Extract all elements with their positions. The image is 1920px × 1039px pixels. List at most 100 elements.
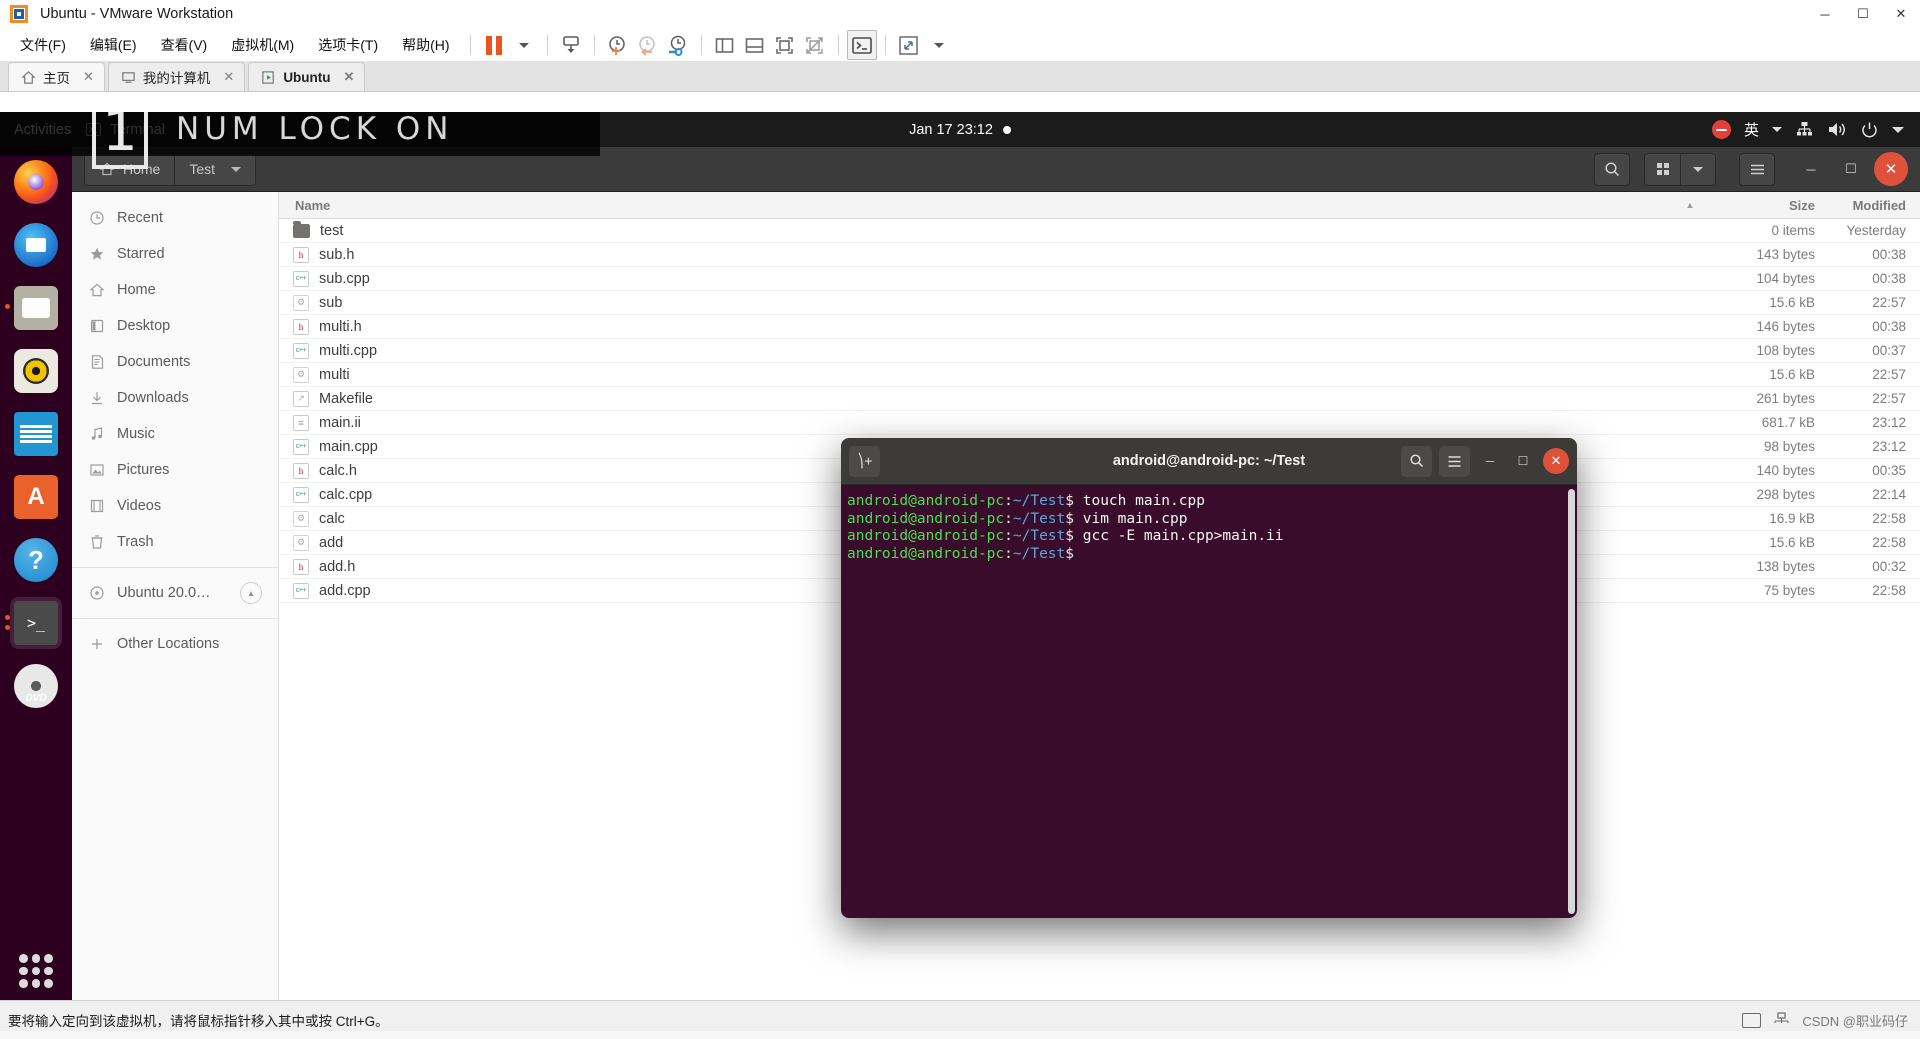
dock-help[interactable]: ?: [10, 534, 62, 586]
close-button[interactable]: ✕: [1882, 0, 1920, 29]
column-header-size[interactable]: Size: [1705, 198, 1815, 213]
dock-thunderbird[interactable]: [10, 219, 62, 271]
table-row[interactable]: test 0 items Yesterday: [279, 219, 1920, 243]
table-row[interactable]: h sub.h 143 bytes 00:38: [279, 243, 1920, 267]
table-row[interactable]: c++ multi.cpp 108 bytes 00:37: [279, 339, 1920, 363]
hide-console-view-button[interactable]: [800, 30, 830, 60]
unity-mode-button[interactable]: [846, 30, 877, 60]
volume-icon[interactable]: [1827, 120, 1847, 139]
terminal-maximize-button[interactable]: ☐: [1510, 448, 1536, 474]
column-header-name[interactable]: Name: [279, 198, 1675, 213]
sidebar-item-other-locations[interactable]: Other Locations: [72, 626, 278, 662]
tab-home[interactable]: 主页 ✕: [8, 62, 105, 91]
power-icon[interactable]: [1860, 120, 1879, 139]
table-row[interactable]: c++ sub.cpp 104 bytes 00:38: [279, 267, 1920, 291]
tab-my-computer[interactable]: 我的计算机 ✕: [107, 62, 246, 91]
menu-view[interactable]: 查看(V): [149, 31, 220, 59]
search-button[interactable]: [1594, 152, 1630, 186]
table-row[interactable]: ≡ main.ii 681.7 kB 23:12: [279, 411, 1920, 435]
send-ctrl-alt-del-button[interactable]: [556, 30, 586, 60]
view-options-dropdown[interactable]: [1680, 152, 1716, 186]
toolbar-divider-2: [546, 35, 548, 55]
do-not-disturb-icon[interactable]: [1711, 120, 1731, 139]
menu-help[interactable]: 帮助(H): [390, 31, 461, 59]
grid-view-button[interactable]: [1644, 152, 1680, 186]
tab-close-icon[interactable]: ✕: [344, 69, 355, 85]
dock-rhythmbox[interactable]: [10, 345, 62, 397]
show-library-button[interactable]: [710, 30, 740, 60]
breadcrumb-label: Test: [189, 161, 216, 177]
dock-firefox[interactable]: [10, 156, 62, 208]
tab-close-icon[interactable]: ✕: [83, 69, 94, 85]
maximize-button[interactable]: ☐: [1844, 0, 1882, 29]
snapshot-manager-button[interactable]: [663, 30, 693, 60]
menu-tabs[interactable]: 选项卡(T): [306, 31, 390, 59]
clock-icon: [88, 210, 105, 227]
sidebar-item-desktop[interactable]: Desktop: [72, 308, 278, 344]
sidebar-item-home[interactable]: Home: [72, 272, 278, 308]
sidebar-item-downloads[interactable]: Downloads: [72, 380, 278, 416]
network-activity-icon[interactable]: [1772, 1012, 1791, 1028]
fullscreen-dropdown[interactable]: [924, 30, 954, 60]
window-close-button[interactable]: ✕: [1874, 152, 1908, 186]
suspend-button[interactable]: [479, 30, 509, 60]
menu-edit[interactable]: 编辑(E): [78, 31, 149, 59]
terminal-menu-button[interactable]: [1439, 445, 1470, 477]
window-minimize-button[interactable]: ─: [1794, 152, 1828, 186]
sidebar-item-documents[interactable]: Documents: [72, 344, 278, 380]
tab-ubuntu[interactable]: Ubuntu ✕: [248, 62, 366, 91]
breadcrumb-home[interactable]: Home: [84, 152, 175, 186]
breadcrumb-test[interactable]: Test: [174, 152, 257, 186]
table-row[interactable]: h multi.h 146 bytes 00:38: [279, 315, 1920, 339]
take-snapshot-button[interactable]: [603, 30, 633, 60]
chevron-down-icon[interactable]: [1772, 127, 1782, 132]
network-icon[interactable]: [1795, 120, 1814, 139]
table-row[interactable]: ↗ Makefile 261 bytes 22:57: [279, 387, 1920, 411]
terminal-close-button[interactable]: ✕: [1543, 448, 1569, 474]
dock-software[interactable]: A: [10, 471, 62, 523]
hdd-activity-icon[interactable]: [1742, 1012, 1762, 1028]
menu-file[interactable]: 文件(F): [8, 31, 78, 59]
sidebar-item-music[interactable]: Music: [72, 416, 278, 452]
cpp-file-icon: c++: [293, 486, 309, 503]
terminal-minimize-button[interactable]: ─: [1477, 448, 1503, 474]
header-file-icon: h: [293, 558, 309, 575]
eject-icon[interactable]: ▲: [240, 582, 262, 604]
window-maximize-button[interactable]: ☐: [1834, 152, 1868, 186]
fullscreen-button[interactable]: [894, 30, 924, 60]
sidebar-item-pictures[interactable]: Pictures: [72, 452, 278, 488]
terminal-output[interactable]: android@android-pc:~/Test$ touch main.cp…: [841, 485, 1577, 918]
dock-dvd[interactable]: DVD: [10, 660, 62, 712]
show-console-view-button[interactable]: [770, 30, 800, 60]
ime-indicator[interactable]: 英: [1744, 119, 1759, 140]
topbar-app-menu[interactable]: Terminal: [85, 121, 165, 138]
minimize-button[interactable]: ─: [1806, 0, 1844, 29]
terminal-search-button[interactable]: [1401, 445, 1432, 477]
revert-snapshot-button[interactable]: [633, 30, 663, 60]
table-row[interactable]: ⚙ multi 15.6 kB 22:57: [279, 363, 1920, 387]
sidebar-item-starred[interactable]: Starred: [72, 236, 278, 272]
chevron-down-icon[interactable]: [1892, 126, 1904, 133]
sidebar-item-trash[interactable]: Trash: [72, 524, 278, 560]
column-header-modified[interactable]: Modified: [1815, 198, 1920, 213]
dock-libreoffice[interactable]: [10, 408, 62, 460]
dock-terminal[interactable]: >_: [5, 597, 62, 649]
dock-files[interactable]: [5, 282, 62, 334]
sort-ascending-icon[interactable]: ▲: [1675, 200, 1705, 210]
file-name-cell: c++ multi.cpp: [279, 342, 1675, 359]
menu-vm[interactable]: 虚拟机(M): [219, 31, 306, 59]
hamburger-menu-button[interactable]: [1739, 152, 1775, 186]
sidebar-item-videos[interactable]: Videos: [72, 488, 278, 524]
new-tab-button[interactable]: ⎞+: [849, 445, 880, 477]
gnome-clock[interactable]: Jan 17 23:12: [909, 122, 1011, 138]
terminal-scrollbar[interactable]: [1568, 489, 1575, 914]
tab-close-icon[interactable]: ✕: [223, 69, 234, 85]
sidebar-item-recent[interactable]: Recent: [72, 200, 278, 236]
sidebar-item-ubuntu-volume[interactable]: Ubuntu 20.0… ▲: [72, 575, 278, 611]
activities-button[interactable]: Activities: [0, 122, 85, 138]
plus-icon: [88, 636, 105, 653]
table-row[interactable]: ⚙ sub 15.6 kB 22:57: [279, 291, 1920, 315]
show-applications-button[interactable]: [19, 954, 53, 988]
show-thumbnail-bar-button[interactable]: [740, 30, 770, 60]
power-dropdown[interactable]: [509, 30, 539, 60]
